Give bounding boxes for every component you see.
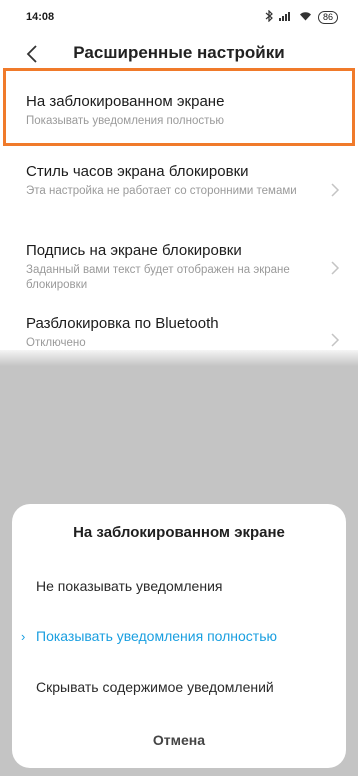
setting-subtitle: Эта настройка не работает со сторонними … <box>26 185 297 197</box>
wifi-icon <box>299 10 312 24</box>
setting-lock-signature[interactable]: Подпись на экране блокировки Заданный ва… <box>0 228 358 308</box>
chevron-right-icon <box>331 183 340 197</box>
status-icons: 86 <box>265 9 338 25</box>
bluetooth-icon <box>265 9 273 25</box>
setting-title: Подпись на экране блокировки <box>26 242 242 259</box>
setting-subtitle: Отключено <box>26 337 86 349</box>
setting-title: Стиль часов экрана блокировки <box>26 163 249 180</box>
chevron-right-icon <box>331 261 340 275</box>
status-time: 14:08 <box>26 11 55 23</box>
dim-transition <box>0 350 358 366</box>
dialog-title: На заблокированном экране <box>73 524 285 541</box>
option-label: Не показывать уведомления <box>36 578 223 594</box>
page-title: Расширенные настройки <box>73 43 285 62</box>
option-hide-content[interactable]: Скрывать содержимое уведомлений <box>12 667 346 707</box>
option-label: Скрывать содержимое уведомлений <box>36 679 274 695</box>
option-hide-notifications[interactable]: Не показывать уведомления <box>12 566 346 606</box>
option-label: Показывать уведомления полностью <box>36 628 278 644</box>
battery-indicator: 86 <box>317 10 338 24</box>
options-dialog: На заблокированном экране Не показывать … <box>12 504 346 768</box>
selected-chevron-icon: › <box>21 628 26 644</box>
status-bar: 14:08 86 <box>0 0 358 34</box>
highlight-frame <box>3 68 355 146</box>
setting-title: Разблокировка по Bluetooth <box>26 315 219 332</box>
chevron-right-icon <box>331 333 340 347</box>
setting-clock-style[interactable]: Стиль часов экрана блокировки Эта настро… <box>0 152 358 228</box>
cancel-button[interactable]: Отмена <box>32 720 326 760</box>
option-show-full[interactable]: › Показывать уведомления полностью <box>12 616 346 656</box>
setting-subtitle: Заданный вами текст будет отображен на э… <box>26 264 290 291</box>
signal-icon <box>278 10 293 24</box>
